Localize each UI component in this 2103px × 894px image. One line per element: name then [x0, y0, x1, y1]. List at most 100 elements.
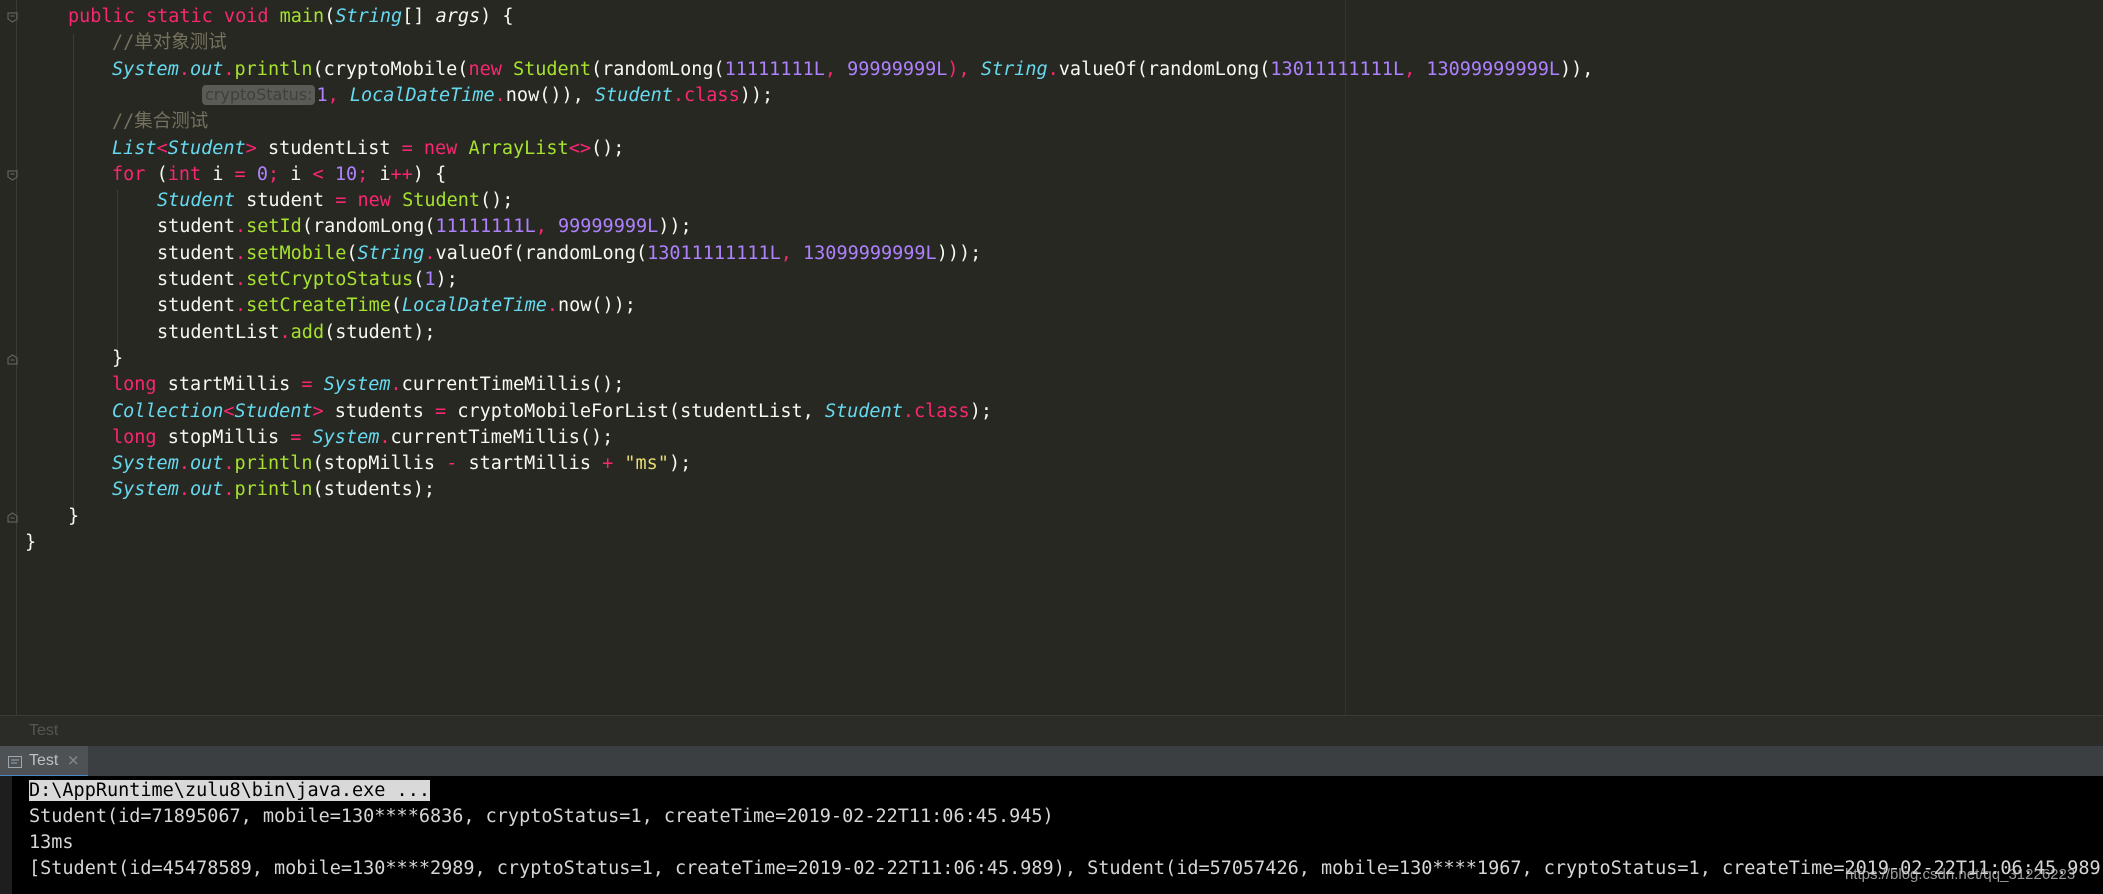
code-token: valueOf(randomLong( [435, 242, 648, 264]
code-token: (stopMillis [312, 453, 447, 475]
code-token: 11111111L [435, 216, 536, 238]
code-token: startMillis [468, 453, 603, 475]
code-token: //单对象测试 [112, 32, 227, 54]
code-token: . [1047, 58, 1059, 80]
code-token: )); [739, 84, 774, 106]
code-token: Student [167, 137, 246, 159]
code-token: 13011111111L [647, 242, 781, 264]
run-tab-label: Test [29, 752, 59, 769]
code-token: args [435, 6, 481, 27]
code-token: stopMillis [167, 426, 291, 448]
code-token: out [189, 479, 224, 501]
code-token: ( [390, 295, 403, 317]
faded-panel-label: Test [29, 722, 59, 739]
code-line: student.setId(randomLong(11111111L, 9999… [157, 214, 692, 240]
code-token: new [357, 190, 403, 212]
code-line: System.out.println(students); [112, 477, 435, 503]
code-token: )); [658, 216, 692, 238]
console-line: D:\AppRuntime\zulu8\bin\java.exe ... [29, 778, 430, 804]
fold-expand-icon[interactable] [7, 12, 18, 23]
code-token: )), [1560, 58, 1594, 80]
code-token: i [212, 163, 235, 185]
code-token: valueOf(randomLong( [1058, 58, 1271, 80]
code-token: . [234, 295, 247, 317]
code-token: System [112, 453, 179, 475]
code-token: setCreateTime [246, 295, 391, 317]
code-line: public static void main(String[] args) { [68, 4, 514, 30]
code-token: student [157, 216, 235, 238]
code-token: + [602, 453, 625, 475]
code-token: 1 [424, 269, 436, 290]
code-token: . [178, 479, 190, 501]
code-token: Student [824, 400, 903, 422]
run-tool-window-header: Test × [0, 745, 2103, 777]
code-token: < [223, 400, 235, 422]
code-token: Student [157, 190, 247, 212]
code-token: System [312, 426, 380, 448]
code-token: . [223, 453, 235, 475]
code-token: class [684, 84, 740, 106]
code-token: <> [568, 137, 591, 159]
code-token: > [245, 137, 268, 159]
code-line: student.setCryptoStatus(1); [157, 267, 458, 293]
code-token: . [223, 58, 235, 80]
code-token: , [824, 58, 848, 80]
code-token: studentList [157, 321, 280, 343]
run-tab-test[interactable]: Test × [0, 746, 88, 777]
code-token: 1 [316, 84, 328, 106]
code-line: student.setMobile(String.valueOf(randomL… [157, 241, 981, 267]
code-token: String [335, 6, 403, 27]
code-token: student [157, 242, 235, 264]
code-token: (student); [324, 321, 436, 343]
code-token: 99999999L [847, 58, 948, 80]
code-token: //集合测试 [112, 111, 209, 133]
code-token: 11111111L [724, 58, 825, 80]
code-token: i [290, 163, 313, 185]
code-token: System [323, 374, 391, 396]
close-icon[interactable]: × [67, 751, 80, 769]
code-token: 10 [334, 163, 358, 185]
code-token: LocalDateTime [349, 84, 495, 106]
code-token: = [435, 400, 458, 422]
console-command: D:\AppRuntime\zulu8\bin\java.exe ... [29, 780, 430, 801]
code-line: System.out.println(stopMillis - startMil… [112, 451, 691, 477]
code-token: i [379, 163, 391, 185]
code-token: 0 [256, 163, 268, 185]
indent-guide [73, 34, 74, 518]
code-token: . [178, 453, 190, 475]
code-token: 99999999L [558, 216, 659, 238]
code-token: add [290, 321, 325, 343]
code-token: student [157, 295, 235, 317]
code-line: } [68, 504, 79, 530]
code-token: ( [413, 269, 425, 290]
code-token: ) { [412, 163, 447, 185]
editor-gutter [0, 0, 18, 715]
run-console-output[interactable]: D:\AppRuntime\zulu8\bin\java.exe ... Stu… [0, 776, 2103, 894]
watermark-text: https://blog.csdn.net/qq_31226223 [1845, 866, 2076, 883]
code-token: startMillis [167, 374, 302, 396]
code-token: String [980, 58, 1048, 80]
code-token: = [335, 190, 358, 212]
fold-collapse-icon[interactable] [7, 512, 18, 523]
faded-panel-title: Test [0, 715, 2103, 745]
console-line: 13ms [29, 832, 74, 853]
code-token: List [112, 137, 157, 159]
code-line: studentList.add(student); [157, 320, 435, 346]
code-token: cryptoMobileForList(studentList, [457, 400, 825, 422]
code-token: student [246, 190, 336, 212]
code-token: now()), [505, 84, 595, 106]
code-token: ))); [936, 242, 982, 264]
fold-expand-icon[interactable] [7, 170, 18, 181]
code-token: 13011111111L [1270, 58, 1405, 80]
code-editor[interactable]: public static void main(String[] args) {… [0, 0, 2103, 715]
fold-collapse-icon[interactable] [7, 354, 18, 365]
code-token: println [234, 453, 313, 475]
code-line: Collection<Student> students = cryptoMob… [112, 399, 992, 425]
code-token: , [535, 216, 558, 238]
code-token: Student [594, 84, 673, 106]
code-token: ; [267, 163, 291, 185]
code-token: ArrayList [468, 137, 569, 159]
code-token: } [25, 532, 37, 553]
code-token: = [401, 137, 424, 159]
code-token: setCryptoStatus [246, 269, 414, 290]
